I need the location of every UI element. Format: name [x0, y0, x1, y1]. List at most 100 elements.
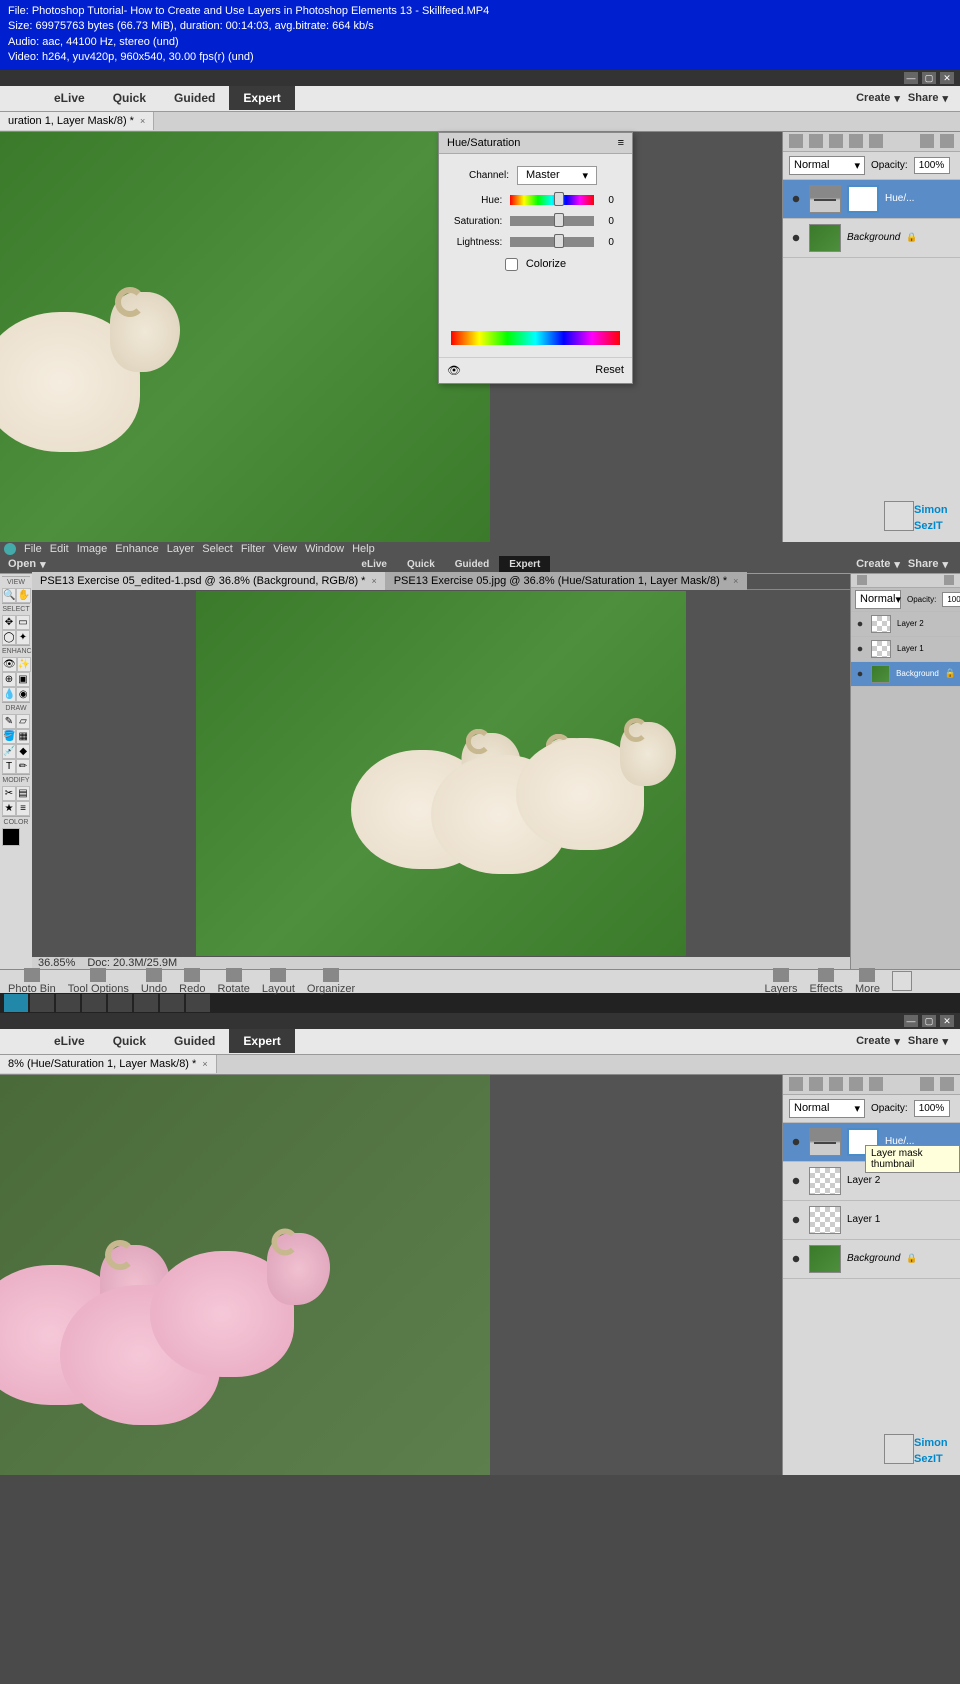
menu-edit[interactable]: Edit: [50, 543, 69, 555]
start-button[interactable]: [4, 994, 28, 1012]
text-tool-icon[interactable]: T: [2, 759, 16, 774]
layer-background[interactable]: Background 🔒: [783, 219, 960, 258]
close-button[interactable]: ✕: [940, 72, 954, 84]
menu-help[interactable]: Help: [352, 543, 375, 555]
create-menu[interactable]: Create▾: [856, 558, 900, 571]
menu-file[interactable]: File: [24, 543, 42, 555]
slider-thumb[interactable]: [554, 234, 564, 248]
adjustment-thumbnail[interactable]: [809, 1128, 841, 1156]
hue-saturation-dialog[interactable]: Hue/Saturation ≡ Channel: Master▾ Hue: 0…: [438, 132, 633, 384]
cookie-tool-icon[interactable]: ★: [2, 801, 16, 816]
create-menu[interactable]: Create▾: [856, 92, 900, 105]
colorize-checkbox[interactable]: [505, 258, 518, 271]
tab-expert[interactable]: Expert: [499, 556, 550, 573]
visibility-icon[interactable]: [855, 644, 865, 654]
new-layer-icon[interactable]: [857, 575, 867, 585]
taskbar-app-folder[interactable]: [82, 994, 106, 1012]
foreground-color[interactable]: [2, 828, 20, 846]
maximize-button[interactable]: ▢: [922, 1015, 936, 1027]
create-menu[interactable]: Create▾: [856, 1035, 900, 1048]
lasso-tool-icon[interactable]: ◯: [2, 630, 16, 645]
close-tab-icon[interactable]: ×: [202, 1059, 207, 1069]
organizer-button[interactable]: Organizer: [307, 968, 355, 995]
tab-quick[interactable]: Quick: [99, 1029, 160, 1053]
trash-icon[interactable]: [920, 1077, 934, 1091]
layer-hue-saturation[interactable]: Hue/... Layer mask thumbnail: [783, 1123, 960, 1162]
share-menu[interactable]: Share▾: [908, 92, 948, 105]
mask-icon[interactable]: [829, 134, 843, 148]
menu-enhance[interactable]: Enhance: [115, 543, 158, 555]
fill-tool-icon[interactable]: 🪣: [2, 729, 16, 744]
wand-tool-icon[interactable]: ✦: [16, 630, 30, 645]
visibility-icon[interactable]: [789, 1213, 803, 1227]
tab-elive[interactable]: eLive: [40, 86, 99, 110]
tool-options-button[interactable]: Tool Options: [68, 968, 129, 995]
layout-button[interactable]: Layout: [262, 968, 295, 995]
taskbar-app-pse[interactable]: [108, 994, 132, 1012]
taskbar-app-ie[interactable]: [56, 994, 80, 1012]
effects-button[interactable]: Effects: [810, 968, 843, 995]
mask-thumbnail[interactable]: [847, 185, 879, 213]
saturation-slider[interactable]: [510, 216, 594, 226]
taskbar-app-pse2[interactable]: [134, 994, 158, 1012]
redo-button[interactable]: Redo: [179, 968, 205, 995]
marquee-tool-icon[interactable]: ▭: [16, 615, 30, 630]
minimize-button[interactable]: —: [904, 72, 918, 84]
taskbar-app-explorer[interactable]: [30, 994, 54, 1012]
tab-elive[interactable]: eLive: [351, 556, 397, 573]
recompose-tool-icon[interactable]: ▤: [16, 786, 30, 801]
document-tab[interactable]: 8% (Hue/Saturation 1, Layer Mask/8) * ×: [0, 1055, 217, 1073]
menu-image[interactable]: Image: [77, 543, 108, 555]
close-tab-icon[interactable]: ×: [733, 576, 738, 586]
tab-guided[interactable]: Guided: [160, 1029, 229, 1053]
brush-tool-icon[interactable]: ✎: [2, 714, 16, 729]
visibility-icon[interactable]: [855, 619, 865, 629]
menu-filter[interactable]: Filter: [241, 543, 265, 555]
layer-thumbnail[interactable]: [809, 1206, 841, 1234]
visibility-icon[interactable]: [789, 192, 803, 206]
photo-bin-button[interactable]: Photo Bin: [8, 968, 56, 995]
adjustment-icon[interactable]: [809, 1077, 823, 1091]
close-tab-icon[interactable]: ×: [140, 116, 145, 126]
opacity-value[interactable]: 100%: [914, 157, 950, 174]
app-icon[interactable]: [4, 543, 16, 555]
tab-elive[interactable]: eLive: [40, 1029, 99, 1053]
layer-background[interactable]: Background 🔒: [783, 1240, 960, 1279]
trash-icon[interactable]: [944, 575, 954, 585]
visibility-icon[interactable]: [789, 1135, 803, 1149]
eyedropper-icon[interactable]: 👁: [447, 364, 461, 377]
straighten-tool-icon[interactable]: ≡: [16, 801, 30, 816]
gradient-tool-icon[interactable]: ▦: [16, 729, 30, 744]
tab-quick[interactable]: Quick: [397, 556, 445, 573]
open-menu[interactable]: Open▾: [8, 558, 46, 571]
lightness-slider[interactable]: [510, 237, 594, 247]
clone-tool-icon[interactable]: ▣: [16, 672, 30, 687]
pencil-tool-icon[interactable]: ✏: [16, 759, 30, 774]
minimize-button[interactable]: —: [904, 1015, 918, 1027]
undo-button[interactable]: Undo: [141, 968, 167, 995]
adjustment-thumbnail[interactable]: [809, 185, 841, 213]
tab-guided[interactable]: Guided: [160, 86, 229, 110]
redeye-tool-icon[interactable]: 👁: [2, 657, 17, 672]
dialog-titlebar[interactable]: Hue/Saturation ≡: [439, 133, 632, 154]
taskbar-app-other[interactable]: [186, 994, 210, 1012]
blend-mode-select[interactable]: Normal▾: [789, 1099, 865, 1118]
share-menu[interactable]: Share▾: [908, 1035, 948, 1048]
slider-thumb[interactable]: [554, 192, 564, 206]
close-tab-icon[interactable]: ×: [371, 576, 376, 586]
share-menu[interactable]: Share▾: [908, 558, 948, 571]
visibility-icon[interactable]: [789, 231, 803, 245]
menu-layer[interactable]: Layer: [167, 543, 195, 555]
hue-slider[interactable]: [510, 195, 594, 205]
close-button[interactable]: ✕: [940, 1015, 954, 1027]
blend-mode-select[interactable]: Normal▾: [855, 590, 901, 609]
menu-select[interactable]: Select: [202, 543, 233, 555]
layer-thumbnail[interactable]: [871, 665, 890, 683]
picker-tool-icon[interactable]: 💉: [2, 744, 16, 759]
layer-thumbnail[interactable]: [871, 615, 891, 633]
layer-thumbnail[interactable]: [871, 640, 891, 658]
tab-quick[interactable]: Quick: [99, 86, 160, 110]
zoom-tool-icon[interactable]: 🔍: [2, 588, 16, 603]
new-layer-icon[interactable]: [789, 1077, 803, 1091]
opacity-value[interactable]: 100%: [914, 1100, 950, 1117]
